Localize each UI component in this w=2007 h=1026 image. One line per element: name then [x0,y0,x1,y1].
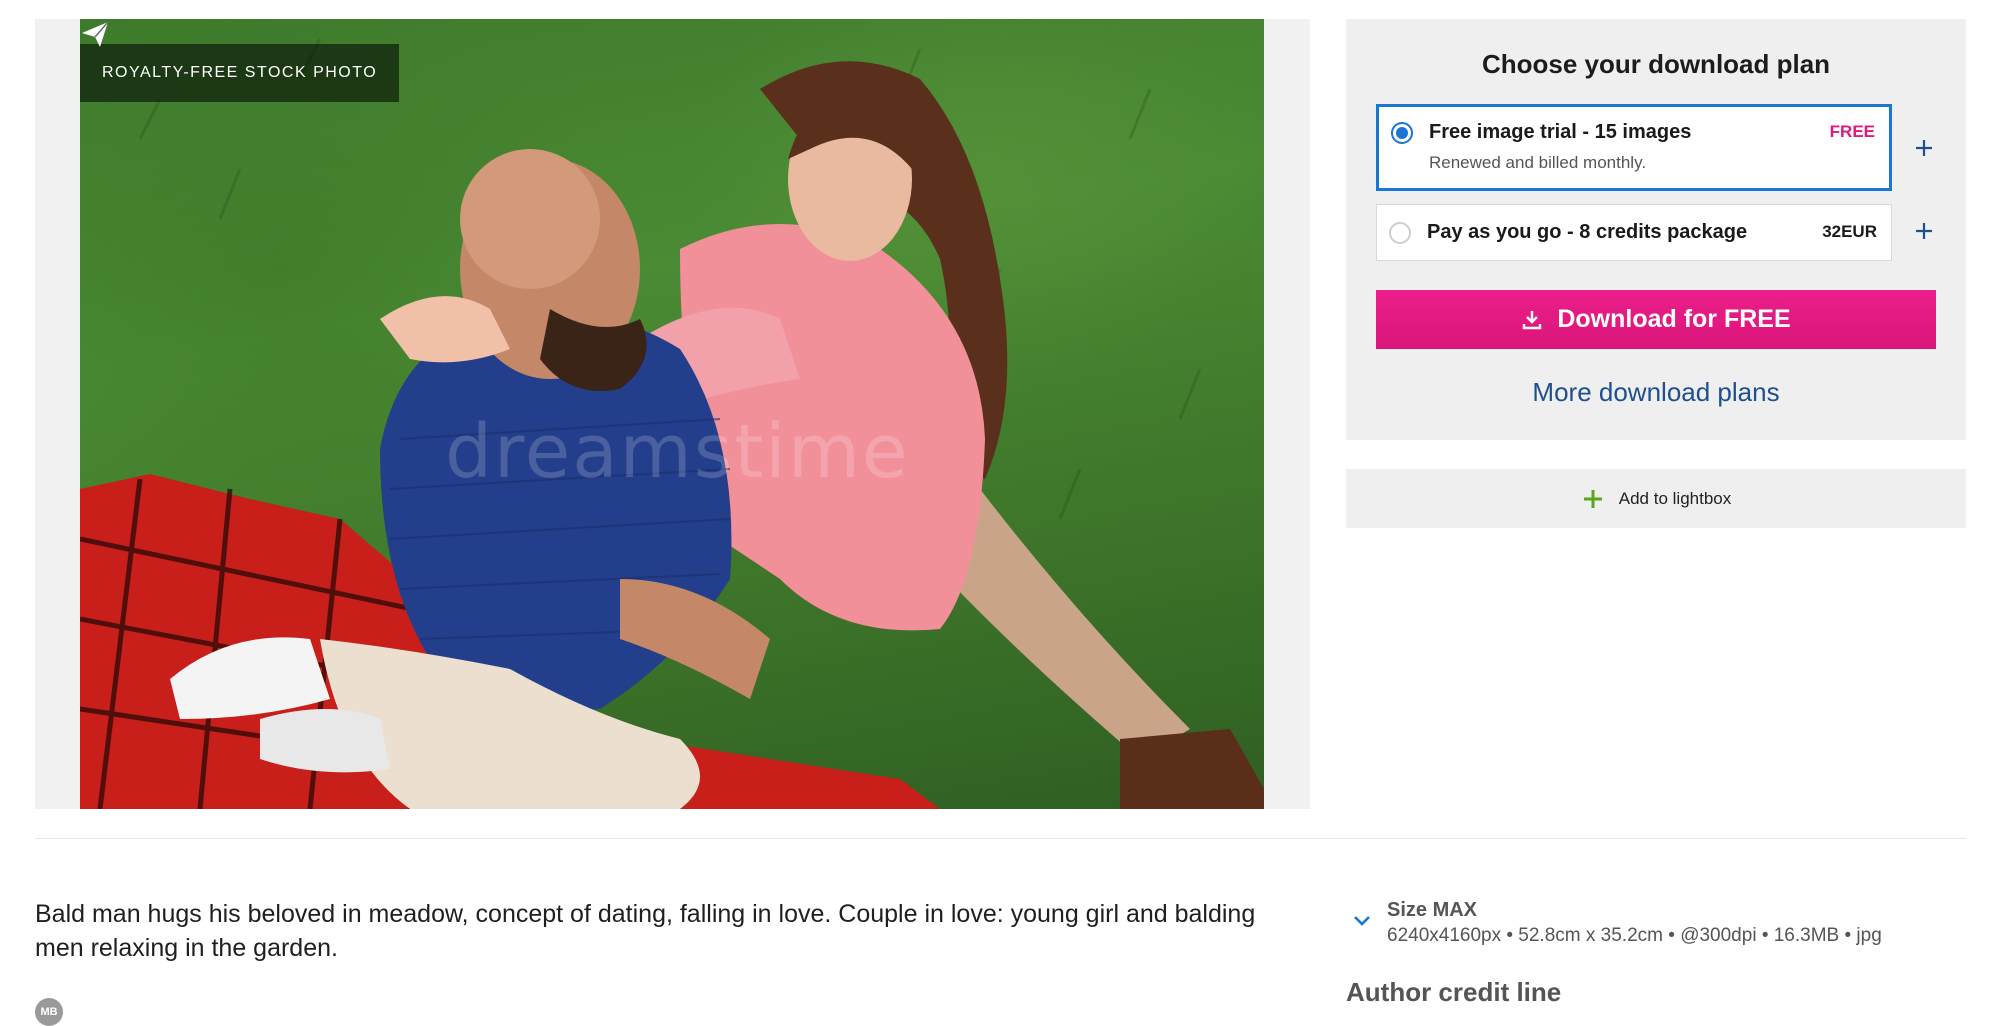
download-button[interactable]: Download for FREE [1376,290,1936,349]
photo-frame: dreamstime ROYALTY-FREE STOCK PHOTO [35,19,1310,809]
plan-option-pay-as-you-go[interactable]: Pay as you go - 8 credits package 32EUR [1376,204,1892,261]
plan-option-title: Pay as you go - 8 credits package [1427,221,1748,243]
chevron-down-icon[interactable] [1352,911,1372,931]
plan-title: Choose your download plan [1481,49,1831,79]
download-icon [1523,310,1542,329]
plan-option-free-trial[interactable]: Free image trial - 15 images Renewed and… [1376,104,1892,191]
section-divider [35,838,1966,839]
author-avatar[interactable]: MB [35,998,63,1026]
author-credit-heading: Author credit line [1346,977,1562,1007]
plan-option-title: Free image trial - 15 images [1429,121,1692,143]
stock-photo[interactable]: dreamstime ROYALTY-FREE STOCK PHOTO [80,19,1264,809]
plan-radio-pay-as-you-go[interactable] [1389,222,1411,244]
plan-option-subtitle: Renewed and billed monthly. [1429,153,1647,172]
download-plan-panel: Choose your download plan Free image tri… [1346,19,1966,440]
plan-option-price: 32EUR [1822,222,1877,241]
size-title: Size MAX [1387,899,1478,921]
image-description: Bald man hugs his beloved in meadow, con… [35,900,1256,962]
add-to-lightbox-button[interactable]: Add to lightbox [1346,469,1966,528]
more-download-plans-link[interactable]: More download plans [1346,377,1966,408]
share-icon[interactable] [80,19,110,49]
expand-plan-plus-icon[interactable] [1912,219,1936,243]
plan-radio-free-trial[interactable] [1391,122,1413,144]
expand-plan-plus-icon[interactable] [1912,136,1936,160]
plus-icon [1583,489,1602,508]
size-details: 6240x4160px • 52.8cm x 35.2cm • @300dpi … [1387,925,1882,946]
watermark: dreamstime [445,409,910,495]
royalty-free-badge: ROYALTY-FREE STOCK PHOTO [80,44,400,102]
download-button-label: Download for FREE [1557,305,1791,333]
plan-option-price: FREE [1829,122,1875,141]
add-to-lightbox-label: Add to lightbox [1618,488,1732,508]
